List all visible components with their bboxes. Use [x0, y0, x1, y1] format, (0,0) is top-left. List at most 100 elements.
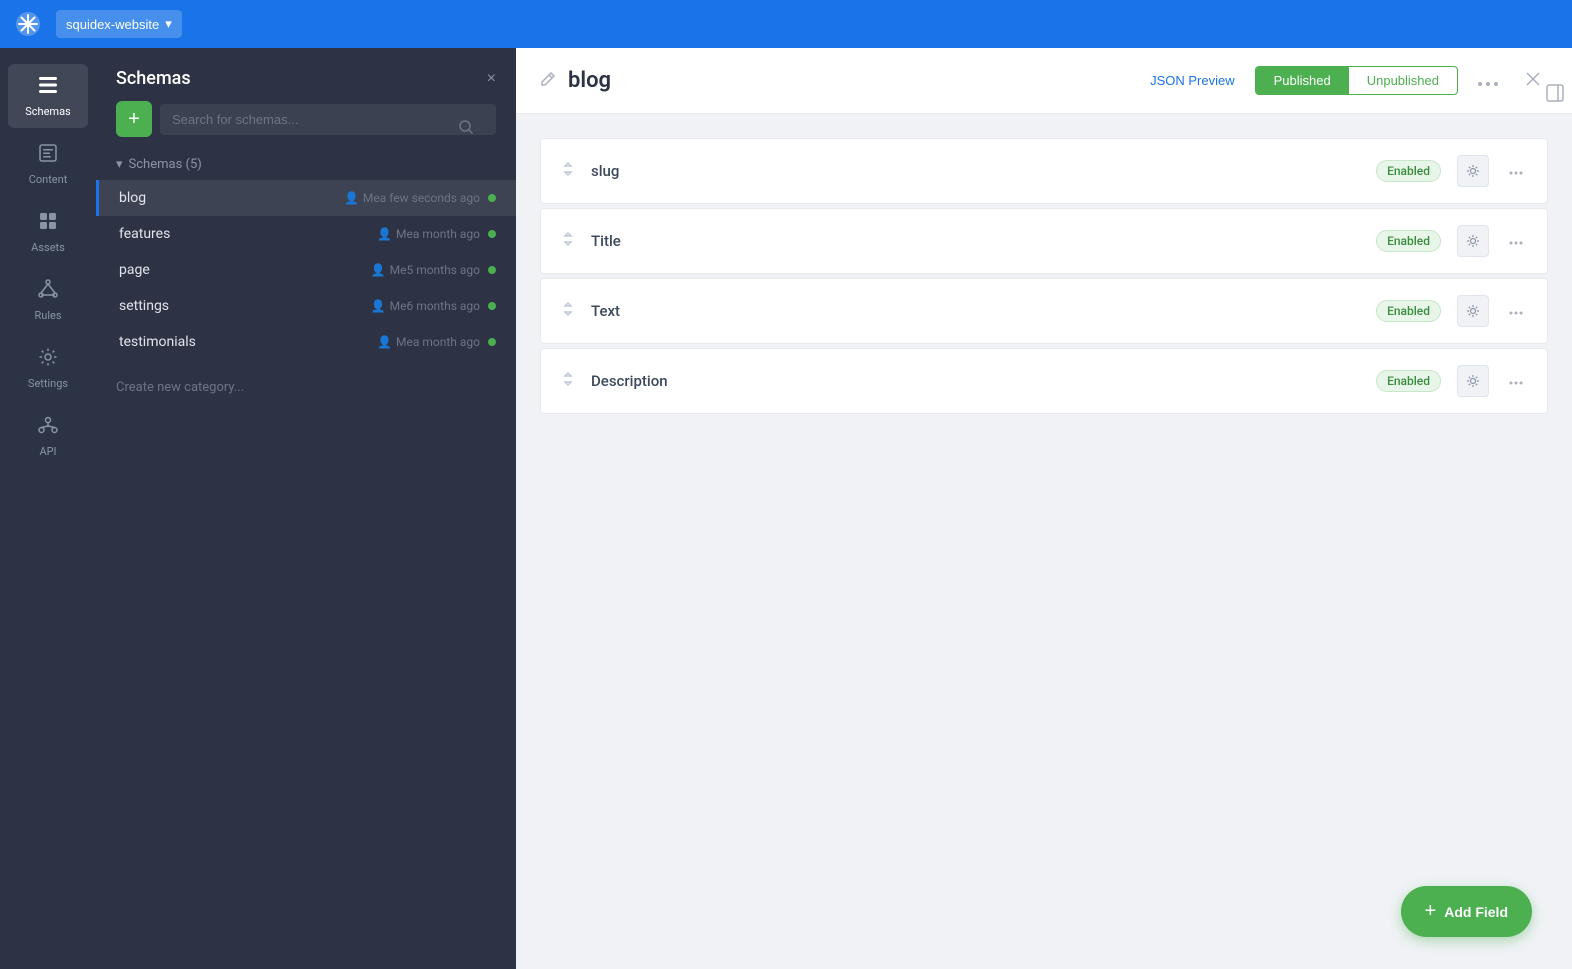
- schema-item-time: a few seconds ago: [380, 191, 480, 205]
- edit-icon: [540, 71, 556, 91]
- user-icon: 👤: [344, 191, 359, 205]
- schemas-category-label: Schemas (5): [129, 157, 202, 172]
- schemas-search-input[interactable]: [160, 104, 496, 135]
- schema-item-user: 👤 Me: [371, 299, 407, 313]
- schemas-nav-icon: [37, 74, 59, 101]
- nav-sidebar: Schemas Content Assets: [0, 48, 96, 969]
- field-status-badge: Enabled: [1376, 160, 1441, 182]
- nav-item-api-label: API: [39, 445, 56, 458]
- nav-item-settings-label: Settings: [28, 377, 68, 390]
- field-drag-handle: [561, 161, 575, 181]
- user-icon: 👤: [377, 227, 392, 241]
- header-more-button[interactable]: [1470, 66, 1506, 95]
- field-status-badge: Enabled: [1376, 230, 1441, 252]
- schemas-panel-header: Schemas ×: [96, 48, 516, 101]
- content-header: blog JSON Preview Published Unpublished: [516, 48, 1572, 114]
- nav-item-content[interactable]: Content: [8, 132, 88, 196]
- field-name: Title: [591, 232, 1360, 250]
- schema-item-user: 👤 Me: [377, 335, 413, 349]
- app-logo: [12, 8, 44, 40]
- nav-item-rules[interactable]: Rules: [8, 268, 88, 332]
- json-preview-button[interactable]: JSON Preview: [1142, 69, 1243, 92]
- field-card-text: Text Enabled: [540, 278, 1548, 344]
- field-gear-button[interactable]: [1457, 225, 1489, 257]
- add-field-plus-icon: +: [1425, 900, 1437, 923]
- published-toggle-button[interactable]: Published: [1256, 67, 1349, 94]
- schema-item-testimonials[interactable]: testimonials 👤 Me a month ago: [96, 324, 516, 360]
- category-collapse-icon: ▾: [116, 157, 123, 172]
- assets-nav-icon: [37, 210, 59, 237]
- add-field-fab-button[interactable]: + Add Field: [1401, 886, 1532, 937]
- nav-item-assets-label: Assets: [31, 241, 65, 254]
- nav-item-schemas[interactable]: Schemas: [8, 64, 88, 128]
- nav-item-content-label: Content: [29, 173, 68, 186]
- field-gear-button[interactable]: [1457, 295, 1489, 327]
- schema-item-page[interactable]: page 👤 Me 5 months ago: [96, 252, 516, 288]
- schema-item-blog[interactable]: blog 👤 Me a few seconds ago: [96, 180, 516, 216]
- field-more-button[interactable]: [1505, 298, 1527, 324]
- schema-item-name: page: [119, 262, 371, 278]
- schema-item-features[interactable]: features 👤 Me a month ago: [96, 216, 516, 252]
- schema-item-settings[interactable]: settings 👤 Me 6 months ago: [96, 288, 516, 324]
- schemas-panel-close-button[interactable]: ×: [487, 70, 496, 88]
- schema-active-dot: [488, 230, 496, 238]
- api-nav-icon: [37, 414, 59, 441]
- dropdown-chevron-icon: ▾: [165, 16, 172, 32]
- field-more-button[interactable]: [1505, 368, 1527, 394]
- schema-active-dot: [488, 266, 496, 274]
- nav-item-settings[interactable]: Settings: [8, 336, 88, 400]
- schemas-search-wrapper: [160, 104, 496, 135]
- schema-active-dot: [488, 338, 496, 346]
- content-nav-icon: [37, 142, 59, 169]
- field-drag-handle: [561, 301, 575, 321]
- schema-item-name: testimonials: [119, 334, 377, 350]
- schemas-panel-title: Schemas: [116, 68, 191, 89]
- user-icon: 👤: [371, 299, 386, 313]
- field-more-button[interactable]: [1505, 158, 1527, 184]
- field-gear-button[interactable]: [1457, 365, 1489, 397]
- schema-item-time: a month ago: [413, 227, 480, 241]
- schema-active-dot: [488, 194, 496, 202]
- settings-nav-icon: [37, 346, 59, 373]
- content-sidebar-toggle[interactable]: [1542, 80, 1568, 111]
- nav-item-schemas-label: Schemas: [25, 105, 71, 118]
- create-category-button[interactable]: Create new category...: [96, 360, 516, 415]
- field-drag-handle: [561, 371, 575, 391]
- field-status-badge: Enabled: [1376, 370, 1441, 392]
- publish-toggle-group: Published Unpublished: [1255, 66, 1458, 95]
- field-card-description: Description Enabled: [540, 348, 1548, 414]
- fields-container: slug Enabled Title: [516, 114, 1572, 442]
- field-name: slug: [591, 162, 1360, 180]
- rules-nav-icon: [37, 278, 59, 305]
- schema-item-user: 👤 Me: [344, 191, 380, 205]
- app-selector-button[interactable]: squidex-website ▾: [56, 10, 182, 38]
- user-icon: 👤: [371, 263, 386, 277]
- schemas-add-button[interactable]: +: [116, 101, 152, 137]
- schema-item-time: 6 months ago: [406, 299, 480, 313]
- field-gear-button[interactable]: [1457, 155, 1489, 187]
- field-status-badge: Enabled: [1376, 300, 1441, 322]
- schema-item-user: 👤 Me: [377, 227, 413, 241]
- schemas-panel: Schemas × + ▾ Schemas (5) blog 👤 Me a fe…: [96, 48, 516, 969]
- schemas-search-row: +: [96, 101, 516, 153]
- schema-item-name: blog: [119, 190, 344, 206]
- user-icon: 👤: [377, 335, 392, 349]
- page-title: blog: [568, 68, 1130, 93]
- unpublished-toggle-button[interactable]: Unpublished: [1349, 67, 1457, 94]
- app-name-label: squidex-website: [66, 17, 159, 32]
- nav-item-api[interactable]: API: [8, 404, 88, 468]
- topbar: squidex-website ▾: [0, 0, 1572, 48]
- schema-item-name: settings: [119, 298, 371, 314]
- field-card-slug: slug Enabled: [540, 138, 1548, 204]
- nav-item-assets[interactable]: Assets: [8, 200, 88, 264]
- schema-item-time: 5 months ago: [406, 263, 480, 277]
- field-more-button[interactable]: [1505, 228, 1527, 254]
- schema-active-dot: [488, 302, 496, 310]
- add-field-label: Add Field: [1444, 904, 1508, 920]
- schemas-category-header[interactable]: ▾ Schemas (5): [96, 153, 516, 180]
- field-card-title: Title Enabled: [540, 208, 1548, 274]
- field-drag-handle: [561, 231, 575, 251]
- field-name: Description: [591, 372, 1360, 390]
- schema-item-time: a month ago: [413, 335, 480, 349]
- schema-item-name: features: [119, 226, 377, 242]
